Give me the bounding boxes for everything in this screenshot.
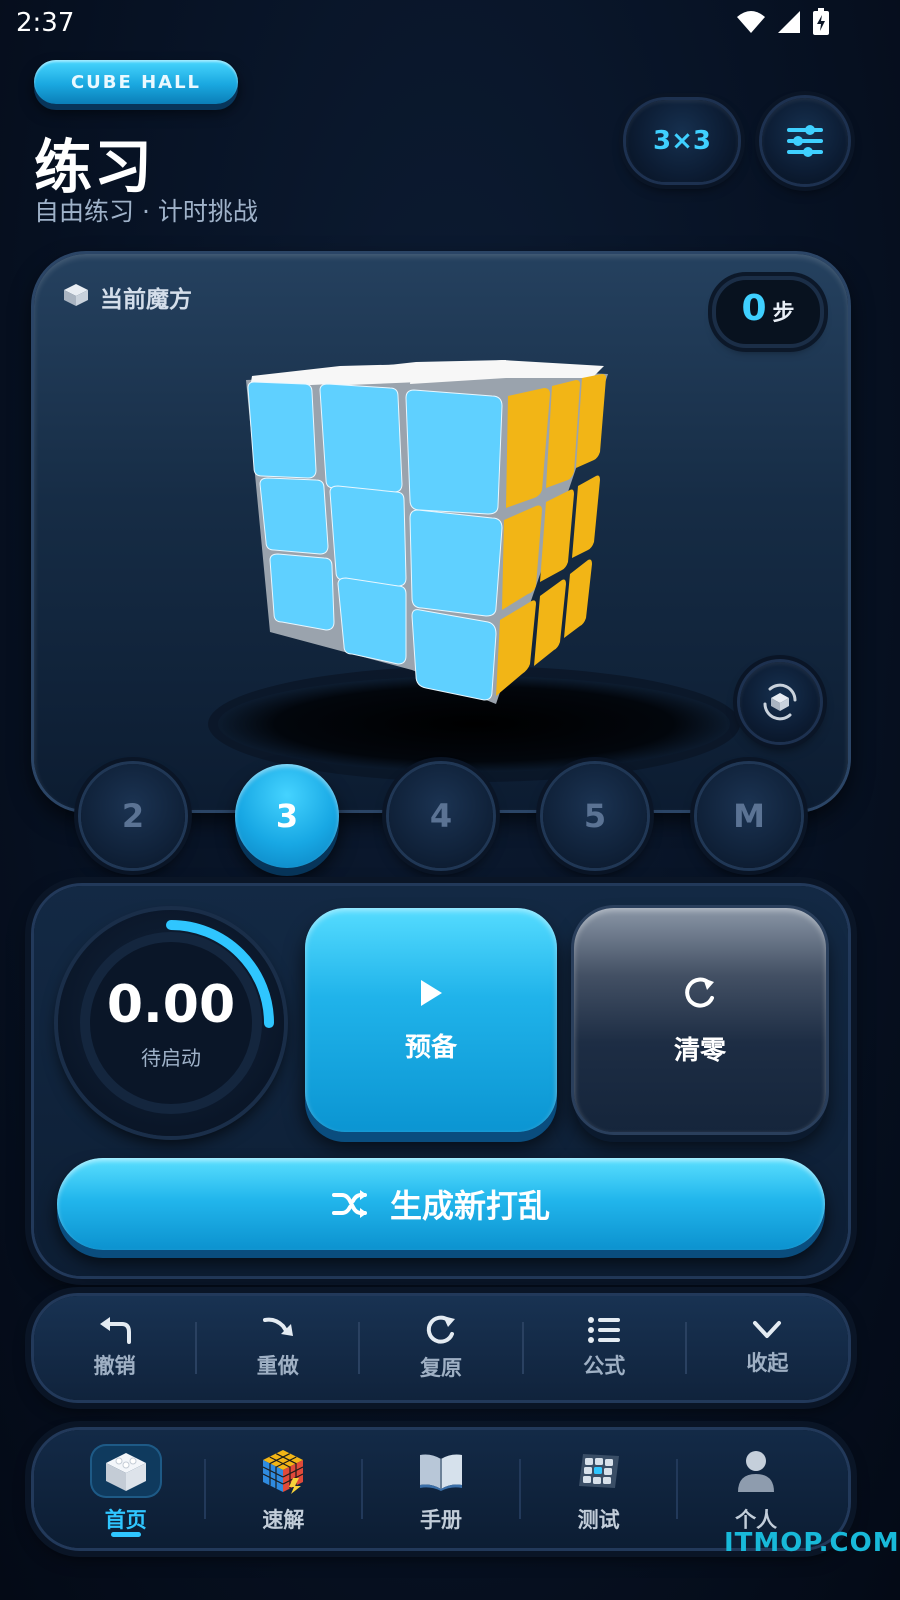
nav-icon-frame [89, 1444, 162, 1498]
formula-button[interactable]: 公式 [524, 1310, 685, 1386]
cube-size-button[interactable]: 3×3 [626, 100, 738, 182]
action-toolbar: 撤销 重做 复原 公式 收起 [34, 1296, 848, 1400]
rotate-3d-icon [763, 683, 797, 721]
redo-icon [262, 1317, 293, 1336]
nav-icon-frame [720, 1444, 792, 1498]
cube-front-face [247, 381, 503, 701]
user-icon [738, 1451, 775, 1492]
reset-button[interactable]: 清零 [574, 908, 826, 1132]
reset-icon [685, 977, 714, 1008]
scramble-label: 生成新打乱 [389, 1187, 550, 1225]
order-button-5[interactable]: 5 [543, 764, 647, 868]
grid-icon [578, 1454, 619, 1488]
battery-charging-icon [813, 8, 829, 35]
nav-icon-frame [247, 1444, 319, 1498]
timer-status: 待启动 [141, 1046, 201, 1070]
order-button-m[interactable]: M [697, 764, 801, 868]
cube-small-icon [64, 284, 88, 306]
ready-button[interactable]: 预备 [305, 908, 557, 1132]
formula-label: 公式 [583, 1354, 626, 1378]
timer-value: 0.00 [106, 975, 236, 1035]
nav-active-indicator [110, 1532, 141, 1537]
nav-item-home[interactable]: 首页 [48, 1439, 204, 1539]
nav-item-speedsolve[interactable]: 速解 [206, 1439, 362, 1539]
reset-label: 清零 [673, 1035, 726, 1066]
undo-label: 撤销 [93, 1354, 136, 1378]
nav-label-manual: 手册 [419, 1508, 462, 1532]
signal-icon [778, 11, 800, 33]
steps-unit: 步 [772, 301, 795, 326]
steps-counter: 0 步 [716, 280, 820, 344]
redo-button[interactable]: 重做 [197, 1310, 358, 1386]
collapse-button[interactable]: 收起 [687, 1310, 848, 1386]
rotate-view-button[interactable] [740, 662, 820, 742]
collapse-label: 收起 [746, 1351, 789, 1375]
brand-badge: CUBE HALL [34, 60, 238, 104]
nav-label-speedsolve: 速解 [262, 1508, 305, 1532]
undo-icon [99, 1317, 131, 1344]
nav-item-test[interactable]: 测试 [521, 1439, 677, 1539]
wifi-icon [737, 11, 765, 33]
rubiks-cube-icon [263, 1450, 304, 1494]
redo-label: 重做 [256, 1354, 299, 1378]
chevron-down-icon [753, 1321, 782, 1338]
sliders-icon [787, 125, 823, 157]
page-subtitle: 自由练习 · 计时挑战 [34, 197, 258, 226]
nav-item-profile[interactable]: 个人 [678, 1439, 834, 1539]
shuffle-icon [331, 1190, 367, 1218]
order-button-2[interactable]: 2 [81, 764, 185, 868]
play-icon [421, 979, 442, 1006]
nav-icon-frame [563, 1444, 635, 1498]
status-time: 2:37 [16, 8, 75, 38]
scramble-button[interactable]: 生成新打乱 [57, 1158, 825, 1250]
restore-button[interactable]: 复原 [360, 1310, 521, 1386]
nav-icon-frame [405, 1444, 477, 1498]
book-icon [419, 1454, 462, 1491]
list-icon [588, 1317, 621, 1343]
order-button-4[interactable]: 4 [389, 764, 493, 868]
settings-button[interactable] [762, 98, 848, 184]
restore-icon [426, 1315, 455, 1344]
undo-button[interactable]: 撤销 [34, 1310, 195, 1386]
ready-label: 预备 [404, 1032, 457, 1063]
restore-label: 复原 [420, 1356, 462, 1380]
nav-label-home: 首页 [104, 1508, 147, 1532]
nav-label-test: 测试 [577, 1508, 620, 1532]
nav-item-manual[interactable]: 手册 [363, 1439, 519, 1539]
rubiks-cube-3d[interactable] [240, 352, 620, 712]
current-cube-label: 当前魔方 [100, 287, 192, 313]
watermark: ITMOP.COM [724, 1528, 900, 1558]
cube-right-face [496, 374, 606, 696]
steps-value: 0 [741, 288, 767, 329]
status-icons [736, 8, 830, 36]
order-button-3[interactable]: 3 [235, 764, 339, 868]
cube-home-icon [105, 1453, 146, 1491]
